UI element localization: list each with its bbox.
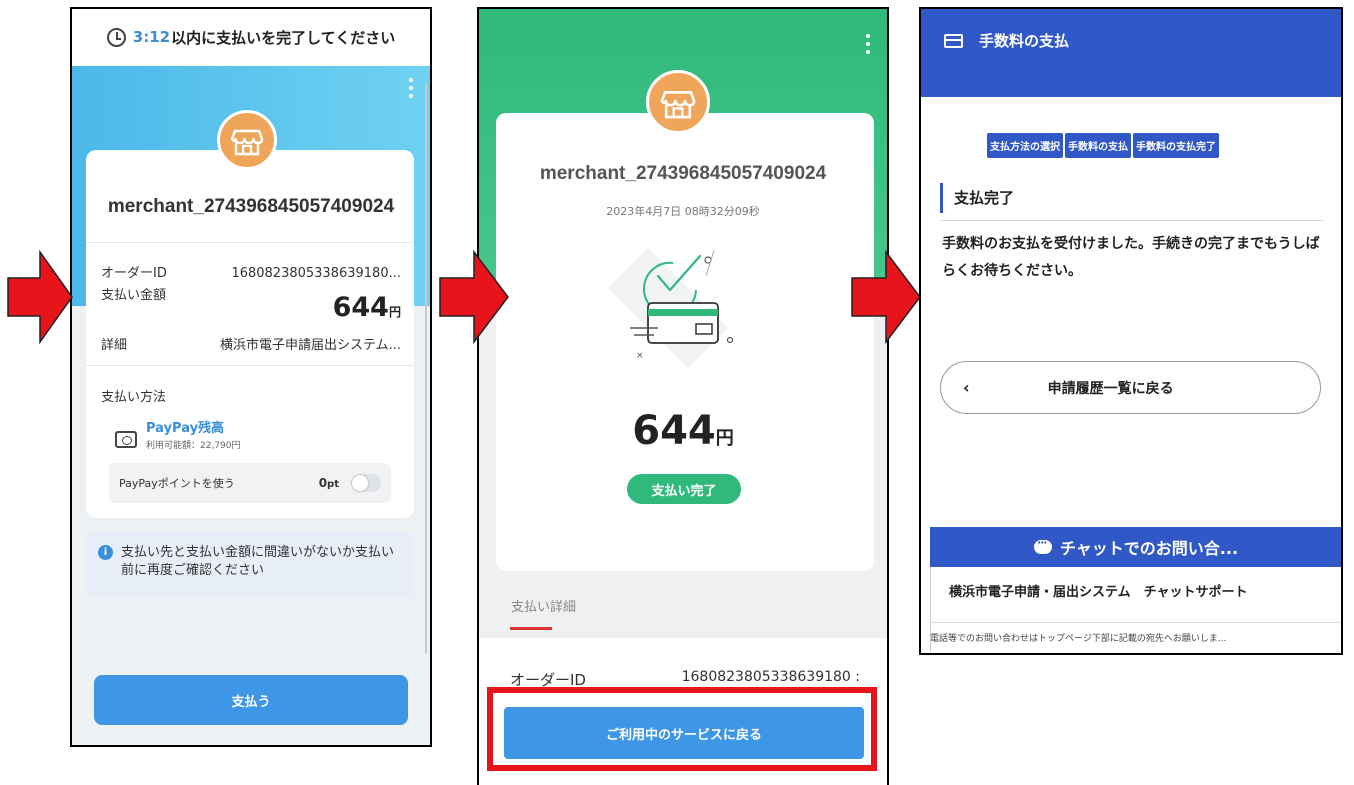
merchant-name: merchant_274396845057409024: [107, 196, 395, 217]
chat-support-title: 横浜市電子申請・届出システム チャットサポート: [949, 585, 1248, 600]
paid-amount: 644円: [478, 408, 888, 454]
tab-payment-details[interactable]: 支払い詳細: [511, 596, 576, 615]
amount-row: 支払い金額 644円: [101, 284, 401, 323]
store-icon: [217, 110, 277, 170]
payment-success-illustration: ×: [608, 248, 734, 368]
points-unit: pt: [327, 479, 339, 490]
payment-timer: 3:12 以内に支払いを完了してください: [71, 8, 431, 66]
divider: [940, 220, 1324, 221]
order-id-label: オーダーID: [510, 671, 586, 689]
details-value: 横浜市電子申請届出システム...: [219, 338, 401, 353]
chevron-left-icon: ‹: [963, 378, 970, 397]
confirmation-notice: i 支払い先と支払い金額に間違いがないか支払い前に再度ご確認ください: [86, 532, 414, 598]
currency-unit: 円: [715, 428, 734, 449]
back-link-label: 申請履歴一覧に戻る: [1047, 380, 1174, 397]
payment-confirm-screen: 3:12 以内に支払いを完了してください merchant_2743968450…: [71, 8, 431, 746]
order-id-value: 1680823805338639180 :: [681, 669, 860, 685]
return-to-service-button[interactable]: ご利用中のサービスに戻る: [504, 707, 864, 759]
order-id-row: オーダーID 1680823805338639180 :: [510, 669, 860, 690]
clock-icon: [106, 27, 126, 47]
chat-note: 電話等でのお問い合わせはトップページ下部に記載の宛先へお願いしま...: [930, 622, 1342, 644]
info-icon: i: [98, 545, 113, 560]
divider: [86, 365, 414, 366]
divider: [86, 242, 414, 243]
timer-remaining: 3:12: [132, 28, 171, 46]
page-title: 手数料の支払: [979, 32, 1070, 50]
currency-unit: 円: [388, 305, 401, 319]
details-label: 詳細: [101, 338, 128, 353]
points-row: PayPayポイントを使う 0pt: [109, 463, 391, 503]
more-menu-icon[interactable]: [866, 34, 870, 58]
amount-label: 支払い金額: [101, 288, 167, 303]
amount-number: 644: [332, 292, 389, 323]
order-id-row: オーダーID 1680823805338639180...: [101, 262, 401, 281]
step-fee-payment-complete: 手数料の支払完了: [1133, 133, 1219, 158]
step-select-method: 支払方法の選択: [987, 133, 1063, 158]
chat-bubble-icon: [1033, 536, 1052, 554]
svg-text:×: ×: [636, 351, 644, 361]
right-arrow-icon: [7, 250, 73, 344]
right-arrow-icon: [851, 250, 921, 344]
completion-message: 手数料のお支払を受付けました。手続きの完了までもうしばらくお待ちください。: [942, 236, 1320, 279]
paypay-available-amount: 利用可能額：22,790円: [146, 441, 241, 451]
chat-title: チャットでのお問い合...: [1059, 539, 1239, 558]
payment-datetime: 2023年4月7日 08時32分09秒: [606, 205, 760, 218]
credit-card-icon: [944, 34, 963, 48]
app-header: 手数料の支払: [920, 8, 1342, 97]
step-fee-payment: 手数料の支払: [1065, 133, 1131, 158]
active-tab-indicator: [510, 627, 552, 630]
chat-widget-header[interactable]: チャットでのお問い合...: [930, 527, 1342, 567]
more-menu-icon[interactable]: [409, 78, 413, 102]
amount-number: 644: [632, 408, 716, 454]
details-row: 詳細 横浜市電子申請届出システム...: [101, 334, 401, 353]
payment-method-title: 支払い方法: [101, 390, 167, 405]
paypay-balance-option[interactable]: PayPay残高: [146, 417, 224, 436]
progress-steps: 支払方法の選択 手数料の支払 手数料の支払完了: [987, 133, 1219, 158]
points-number: 0: [318, 476, 328, 490]
merchant-name: merchant_274396845057409024: [539, 163, 827, 184]
fee-payment-complete-screen: 手数料の支払 支払方法の選択 手数料の支払 手数料の支払完了 支払完了 手数料の…: [920, 8, 1342, 654]
payment-complete-screen: merchant_274396845057409024 2023年4月7日 08…: [478, 8, 888, 785]
pay-button[interactable]: 支払う: [94, 675, 408, 725]
points-label: PayPayポイントを使う: [119, 477, 235, 490]
right-arrow-icon: [439, 250, 509, 344]
store-icon: [646, 70, 710, 134]
points-value: 0pt: [319, 476, 339, 490]
scrollbar[interactable]: [425, 83, 427, 653]
payment-complete-badge: 支払い完了: [627, 474, 741, 504]
section-title: 支払完了: [940, 183, 1014, 213]
order-id-value: 1680823805338639180...: [231, 266, 401, 281]
timer-text: 以内に支払いを完了してください: [171, 28, 396, 47]
points-toggle[interactable]: [351, 474, 381, 492]
wallet-icon: [115, 431, 137, 448]
back-to-application-history-button[interactable]: ‹ 申請履歴一覧に戻る: [940, 361, 1321, 414]
notice-text: 支払い先と支払い金額に間違いがないか支払い前に再度ご確認ください: [121, 545, 395, 578]
amount-value: 644円: [333, 292, 401, 323]
order-id-label: オーダーID: [101, 266, 167, 281]
